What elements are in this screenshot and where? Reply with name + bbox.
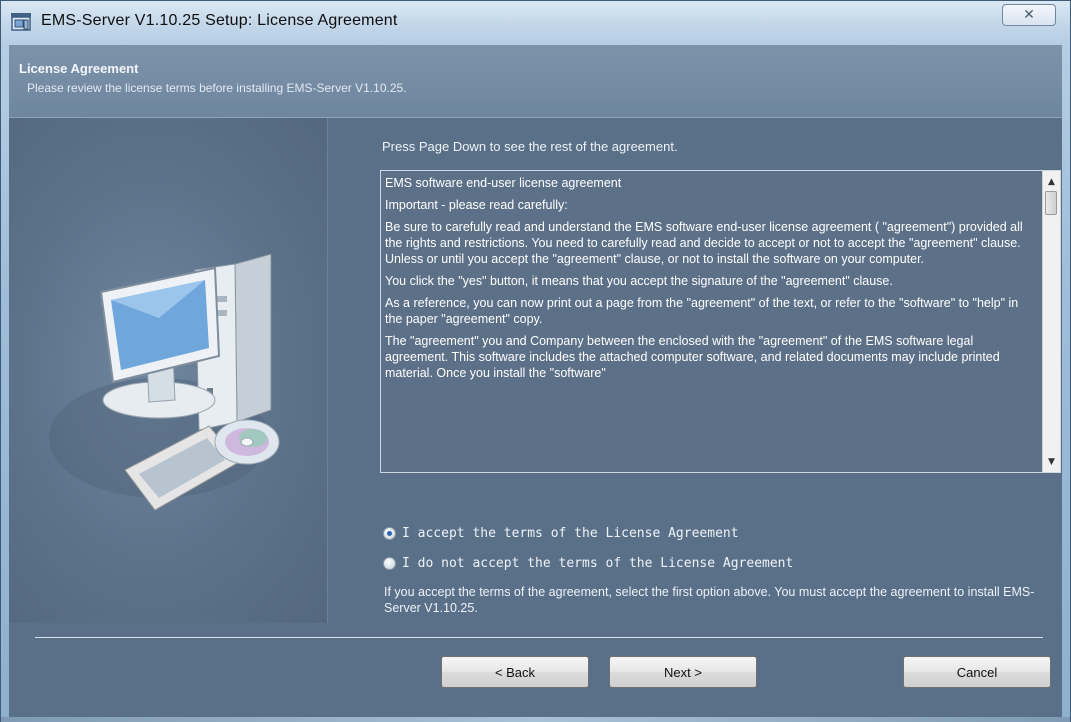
license-paragraph: The "agreement" you and Company between …: [385, 334, 1000, 380]
window-title: EMS-Server V1.10.25 Setup: License Agree…: [41, 12, 398, 29]
wizard-client: License Agreement Please review the lice…: [9, 45, 1062, 717]
cancel-button[interactable]: Cancel: [903, 656, 1051, 688]
page-subtitle: Please review the license terms before i…: [27, 81, 407, 95]
license-scrollbar[interactable]: ▲ ▼: [1042, 171, 1060, 472]
accept-radio-button[interactable]: [383, 527, 396, 540]
button-divider: [35, 637, 1043, 638]
scrollbar-thumb[interactable]: [1045, 191, 1057, 215]
license-text-box[interactable]: EMS software end-user license agreement …: [380, 170, 1061, 473]
scroll-up-arrow-icon[interactable]: ▲: [1043, 173, 1060, 190]
license-text[interactable]: EMS software end-user license agreement …: [385, 175, 1039, 387]
acceptance-note: If you accept the terms of the agreement…: [384, 585, 1035, 615]
back-button[interactable]: < Back: [441, 656, 589, 688]
page-title: License Agreement: [19, 61, 139, 76]
computer-with-cd-illustration: [49, 253, 280, 511]
decline-radio-option[interactable]: I do not accept the terms of the License…: [383, 556, 793, 571]
wizard-side-art: [9, 118, 328, 623]
decline-radio-label[interactable]: I do not accept the terms of the License…: [402, 556, 793, 571]
license-paragraph: You click the "yes" button, it means tha…: [385, 274, 893, 288]
decline-radio-button[interactable]: [383, 557, 396, 570]
license-pane: Press Page Down to see the rest of the a…: [374, 118, 1062, 623]
license-paragraph: As a reference, you can now print out a …: [385, 296, 1019, 326]
license-paragraph: EMS software end-user license agreement: [385, 176, 622, 190]
next-button[interactable]: Next >: [609, 656, 757, 688]
close-button[interactable]: ✕: [1002, 4, 1056, 26]
window-bottom-edge: [1, 717, 1070, 722]
page-down-instruction: Press Page Down to see the rest of the a…: [382, 139, 678, 154]
accept-radio-label[interactable]: I accept the terms of the License Agreem…: [402, 526, 739, 541]
setup-window: EMS-Server V1.10.25 Setup: License Agree…: [0, 0, 1071, 722]
license-paragraph: Important - please read carefully:: [385, 198, 568, 212]
wizard-header: License Agreement Please review the lice…: [9, 45, 1062, 118]
license-paragraph: Be sure to carefully read and understand…: [385, 220, 1023, 266]
scroll-down-arrow-icon[interactable]: ▼: [1043, 453, 1060, 470]
accept-radio-option[interactable]: I accept the terms of the License Agreem…: [383, 526, 739, 541]
installer-icon: [11, 13, 31, 31]
title-bar[interactable]: EMS-Server V1.10.25 Setup: License Agree…: [1, 1, 1070, 45]
close-icon: ✕: [1023, 7, 1035, 23]
